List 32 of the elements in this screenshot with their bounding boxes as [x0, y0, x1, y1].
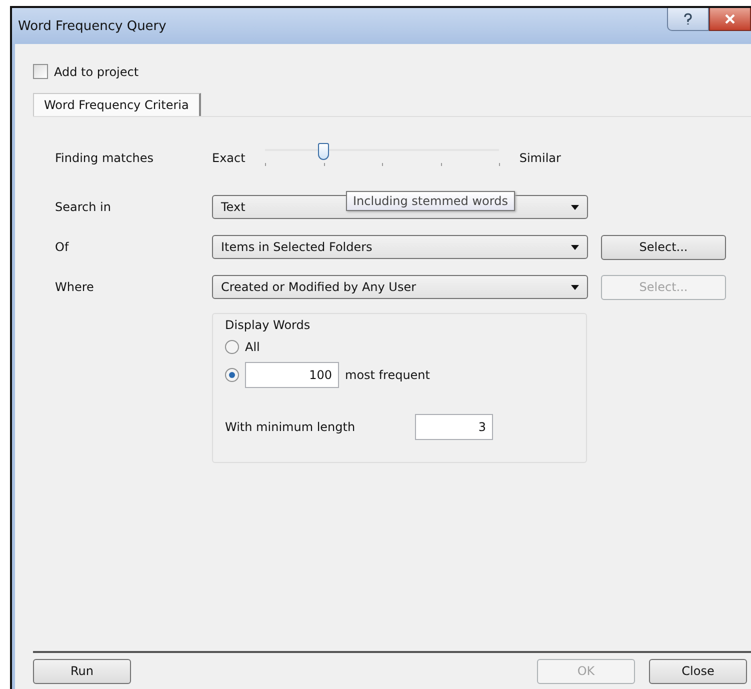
radio-button[interactable] — [225, 368, 239, 382]
help-icon — [683, 13, 693, 25]
checkbox[interactable] — [33, 64, 48, 79]
help-button[interactable] — [667, 8, 709, 31]
count-field[interactable]: 100 — [245, 362, 339, 388]
slider-label: Similar — [519, 151, 561, 165]
tooltip: Including stemmed words — [346, 191, 515, 211]
dropdown[interactable]: Items in Selected Folders — [212, 235, 588, 259]
length-field[interactable]: 3 — [415, 414, 493, 440]
field-label: Where — [55, 280, 95, 294]
dialog-button[interactable]: Close — [649, 658, 747, 684]
slider-label: Exact — [212, 151, 246, 165]
field-label: Search in — [55, 200, 112, 214]
close-button[interactable] — [709, 8, 751, 31]
close-icon — [725, 14, 735, 24]
radio-label: All — [245, 340, 260, 354]
select-button[interactable]: Select... — [601, 234, 726, 260]
caret-icon — [571, 284, 579, 290]
radio-button[interactable] — [225, 340, 239, 354]
group-title: Display Words — [225, 318, 312, 332]
tab[interactable]: Word Frequency Criteria — [33, 93, 201, 116]
slider-thumb[interactable] — [318, 143, 329, 160]
caret-icon — [571, 204, 579, 210]
dropdown[interactable]: Created or Modified by Any User — [212, 275, 588, 299]
field-label: Of — [55, 240, 70, 254]
dialog-button[interactable]: Run — [33, 658, 131, 684]
checkbox-label: Add to project — [54, 64, 139, 78]
field-label: With minimum length — [225, 420, 356, 434]
caret-icon — [571, 244, 579, 250]
window-title: Word Frequency Query — [18, 18, 166, 34]
radio-label: most frequent — [345, 368, 430, 382]
field-label: Finding matches — [55, 151, 155, 165]
